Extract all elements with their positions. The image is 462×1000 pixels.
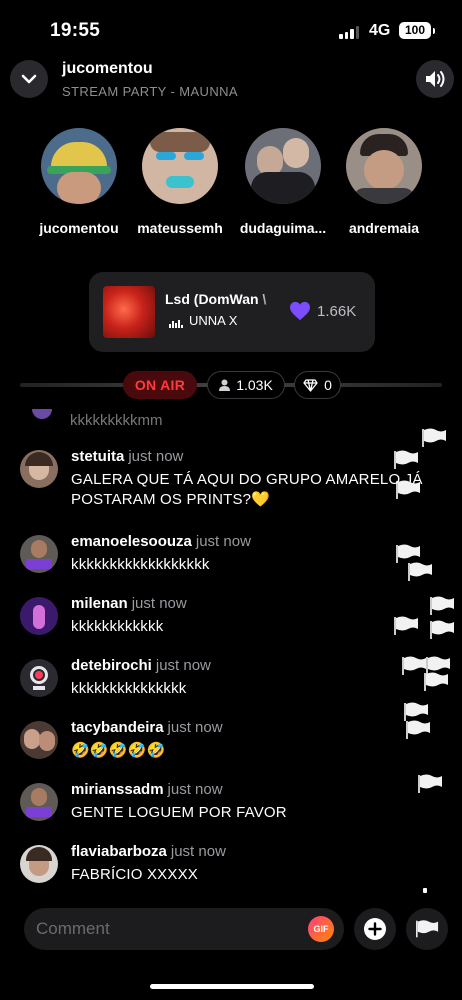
- flag-icon: [418, 774, 442, 793]
- message-meta: emanoelesoouza just now: [71, 533, 251, 550]
- avatar: [142, 128, 218, 204]
- partial-message: kkkkkkkkkmm: [70, 412, 163, 429]
- avatar: [346, 128, 422, 204]
- sound-button[interactable]: [416, 60, 454, 98]
- participant-name: mateussemh: [137, 220, 223, 236]
- message-username[interactable]: mirianssadm: [71, 781, 164, 798]
- equalizer-icon: [169, 320, 183, 328]
- participants-row: jucomentou mateussemh dudaguima... andre…: [0, 128, 462, 238]
- message-time: just now: [128, 448, 184, 465]
- comment-input[interactable]: [36, 908, 296, 950]
- message-meta: milenan just now: [71, 595, 187, 612]
- message-time: just now: [167, 719, 223, 736]
- viewer-count-value: 1.03K: [236, 377, 273, 393]
- flag-icon: [406, 720, 430, 739]
- participant[interactable]: jucomentou: [29, 128, 129, 236]
- message-time: just now: [155, 657, 211, 674]
- track-artist: UNNA X: [189, 313, 238, 328]
- room-subtitle: STREAM PARTY - MAUNNA: [62, 84, 238, 99]
- add-button[interactable]: [354, 908, 396, 950]
- avatar[interactable]: [20, 783, 58, 821]
- on-air-badge: ON AIR: [123, 371, 197, 399]
- plus-circle-icon: [364, 918, 386, 940]
- collapse-button[interactable]: [10, 60, 48, 98]
- message-meta: mirianssadm just now: [71, 781, 223, 798]
- home-indicator[interactable]: [150, 984, 314, 989]
- flag-icon: [396, 544, 420, 563]
- reaction-stream: [385, 420, 462, 900]
- message-time: just now: [170, 843, 226, 860]
- avatar[interactable]: [20, 845, 58, 883]
- message-text: kkkkkkkkkkkkkkkkkk: [71, 556, 210, 573]
- message-text: kkkkkkkkkkkk: [71, 618, 164, 635]
- message-text: GENTE LOGUEM POR FAVOR: [71, 804, 287, 821]
- flag-icon: [404, 702, 428, 721]
- message-username[interactable]: stetuita: [71, 448, 124, 465]
- message-username[interactable]: emanoelesoouza: [71, 533, 192, 550]
- avatar[interactable]: [20, 597, 58, 635]
- person-icon: [219, 379, 231, 391]
- chevron-down-icon: [21, 74, 37, 84]
- message-username[interactable]: tacybandeira: [71, 719, 164, 736]
- heart-icon[interactable]: [289, 301, 311, 321]
- message-username[interactable]: detebirochi: [71, 657, 152, 674]
- flag-icon: [416, 920, 439, 938]
- avatar[interactable]: [20, 535, 58, 573]
- avatar[interactable]: [20, 659, 58, 697]
- message-username[interactable]: milenan: [71, 595, 128, 612]
- message-meta: detebirochi just now: [71, 657, 211, 674]
- flag-icon: [422, 428, 446, 447]
- message-time: just now: [167, 781, 223, 798]
- gem-count[interactable]: 0: [294, 371, 341, 399]
- flag-icon: [430, 596, 454, 615]
- participant[interactable]: mateussemh: [130, 128, 230, 236]
- comment-bar: GIF: [24, 908, 344, 950]
- flag-reaction-button[interactable]: [406, 908, 448, 950]
- status-bar: 19:55 4G 100: [0, 0, 462, 58]
- gif-button[interactable]: GIF: [308, 916, 334, 942]
- signal-icon: [339, 26, 359, 39]
- participant[interactable]: dudaguima...: [233, 128, 333, 236]
- participant[interactable]: andremaia: [334, 128, 434, 236]
- like-count: 1.66K: [317, 303, 357, 320]
- avatar[interactable]: [20, 721, 58, 759]
- message-meta: flaviabarboza just now: [71, 843, 226, 860]
- flag-icon: [430, 620, 454, 639]
- track-title: Lsd (DomWan \: [165, 291, 267, 307]
- gem-count-value: 0: [324, 377, 332, 393]
- avatar: [245, 128, 321, 204]
- speaker-icon: [426, 71, 445, 87]
- message-time: just now: [195, 533, 251, 550]
- album-cover: [103, 286, 155, 338]
- participant-name: andremaia: [348, 220, 420, 236]
- room-host-name: jucomentou: [62, 60, 153, 77]
- message-text: 🤣🤣🤣🤣🤣: [71, 742, 166, 759]
- participant-name: jucomentou: [39, 220, 119, 236]
- avatar: [41, 128, 117, 204]
- flag-fragment: [423, 888, 427, 893]
- message-time: just now: [131, 595, 187, 612]
- message-meta: stetuita just now: [71, 448, 183, 465]
- viewer-count[interactable]: 1.03K: [207, 371, 285, 399]
- flag-icon: [394, 616, 418, 635]
- message-text: kkkkkkkkkkkkkkk: [71, 680, 187, 697]
- flag-icon: [424, 672, 448, 691]
- participant-name: dudaguima...: [239, 220, 327, 236]
- now-playing-card[interactable]: Lsd (DomWan \ UNNA X 1.66K: [89, 272, 375, 352]
- flag-icon: [408, 562, 432, 581]
- network-type: 4G: [369, 22, 391, 39]
- battery-icon: 100: [399, 22, 435, 39]
- status-time: 19:55: [50, 20, 101, 41]
- avatar[interactable]: [20, 450, 58, 488]
- message-text: FABRÍCIO XXXXX: [71, 866, 199, 883]
- flag-icon: [394, 450, 418, 469]
- message-username[interactable]: flaviabarboza: [71, 843, 167, 860]
- message-meta: tacybandeira just now: [71, 719, 223, 736]
- avatar: [32, 409, 52, 419]
- message-text: GALERA QUE TÁ AQUI DO GRUPO AMARELO JÁ P…: [71, 471, 423, 508]
- diamond-icon: [303, 378, 318, 392]
- flag-icon: [396, 480, 420, 499]
